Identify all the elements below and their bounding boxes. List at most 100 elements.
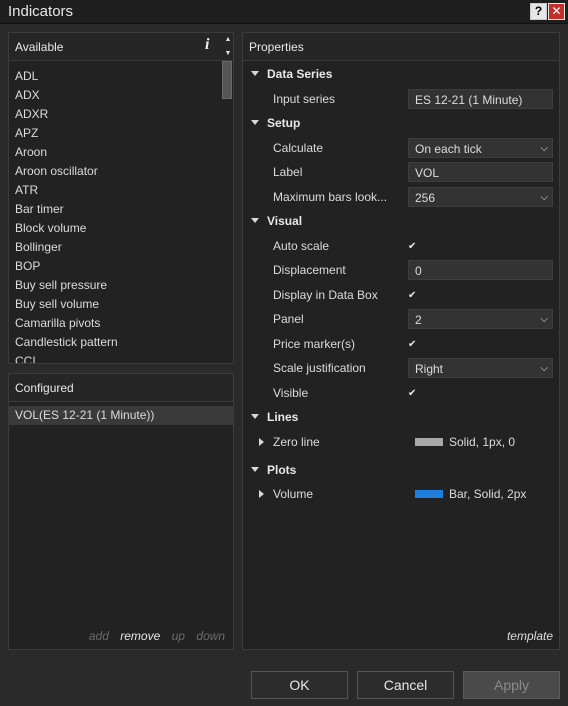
collapse-icon[interactable] xyxy=(251,218,259,223)
property-price-markers: Price marker(s) ✔ xyxy=(243,332,559,357)
dropdown-value: 256 xyxy=(415,190,436,205)
info-icon[interactable]: i xyxy=(205,36,209,54)
display-in-data-box-checkbox[interactable]: ✔ xyxy=(408,290,419,301)
zero-line-color-swatch[interactable] xyxy=(415,437,443,446)
category-plots[interactable]: Plots xyxy=(243,458,559,483)
property-grid: Data Series Input series ES 12-21 (1 Min… xyxy=(243,62,559,510)
property-label: Maximum bars look... xyxy=(273,189,388,204)
property-label: Input series xyxy=(273,91,336,106)
property-label: Volume xyxy=(273,487,314,501)
properties-panel: Properties Data Series Input series ES 1… xyxy=(242,32,560,650)
property-display-in-data-box: Display in Data Box ✔ xyxy=(243,283,559,308)
window-title: Indicators xyxy=(8,3,74,20)
list-item[interactable]: ADL xyxy=(9,67,219,86)
configured-item[interactable]: VOL(ES 12-21 (1 Minute)) xyxy=(9,406,233,425)
property-visible: Visible ✔ xyxy=(243,381,559,406)
collapse-icon[interactable] xyxy=(251,71,259,76)
down-button[interactable]: down xyxy=(196,629,225,643)
property-label: Visible xyxy=(273,385,309,400)
property-zero-line[interactable]: Zero line Solid, 1px, 0 xyxy=(243,430,559,458)
list-item[interactable]: Bar timer xyxy=(9,200,219,219)
max-bars-dropdown[interactable]: 256 ⌵ xyxy=(408,186,553,208)
apply-button[interactable]: Apply xyxy=(463,671,560,699)
panel-dropdown[interactable]: 2 ⌵ xyxy=(408,309,553,329)
zero-line-value: Solid, 1px, 0 xyxy=(449,434,516,449)
category-label: Lines xyxy=(267,410,299,424)
list-item[interactable]: BOP xyxy=(9,257,219,276)
chevron-down-icon[interactable]: ⌵ xyxy=(540,139,548,159)
list-item[interactable]: Bollinger xyxy=(9,238,219,257)
available-header: Available i ▲ ▼ xyxy=(9,33,233,61)
category-setup[interactable]: Setup xyxy=(243,111,559,136)
chevron-down-icon[interactable]: ⌵ xyxy=(540,359,548,379)
visible-checkbox[interactable]: ✔ xyxy=(408,388,419,399)
list-item[interactable]: Block volume xyxy=(9,219,219,238)
configured-header: Configured xyxy=(9,374,233,402)
close-icon[interactable]: ✕ xyxy=(548,3,565,20)
chevron-down-icon[interactable]: ⌵ xyxy=(540,310,548,330)
list-item[interactable]: Buy sell pressure xyxy=(9,276,219,295)
expand-icon[interactable] xyxy=(259,490,264,498)
property-scale-justification: Scale justification Right ⌵ xyxy=(243,356,559,381)
property-panel: Panel 2 ⌵ xyxy=(243,307,559,332)
category-lines[interactable]: Lines xyxy=(243,405,559,430)
property-input-series: Input series ES 12-21 (1 Minute) xyxy=(243,87,559,112)
scale-justification-dropdown[interactable]: Right ⌵ xyxy=(408,358,553,378)
category-data-series[interactable]: Data Series xyxy=(243,62,559,87)
list-item[interactable]: Aroon oscillator xyxy=(9,162,219,181)
price-markers-checkbox[interactable]: ✔ xyxy=(408,339,419,350)
property-displacement: Displacement 0 xyxy=(243,258,559,283)
category-visual[interactable]: Visual xyxy=(243,209,559,234)
category-label: Setup xyxy=(267,116,301,130)
property-label: Label xyxy=(273,165,303,179)
template-link[interactable]: template xyxy=(507,629,553,643)
property-label: Scale justification xyxy=(273,361,366,375)
list-item[interactable]: ADXR xyxy=(9,105,219,124)
category-label: Visual xyxy=(267,214,303,228)
chevron-down-icon[interactable]: ⌵ xyxy=(540,188,548,208)
list-item[interactable]: ADX xyxy=(9,86,219,105)
scroll-down-icon[interactable]: ▼ xyxy=(221,47,233,61)
available-panel: Available i ▲ ▼ ADL ADX ADXR APZ Aroon A… xyxy=(8,32,234,364)
remove-button[interactable]: remove xyxy=(120,629,160,643)
available-scrollbar[interactable] xyxy=(221,61,233,363)
scrollbar-thumb[interactable] xyxy=(222,61,232,99)
category-label: Data Series xyxy=(267,67,333,81)
property-label: Displacement xyxy=(273,263,346,277)
list-item[interactable]: CCI xyxy=(9,352,219,363)
scroll-up-icon[interactable]: ▲ xyxy=(221,33,233,47)
input-series-field[interactable]: ES 12-21 (1 Minute) xyxy=(408,88,553,109)
add-button[interactable]: add xyxy=(89,629,109,643)
ok-button[interactable]: OK xyxy=(251,671,348,699)
list-item[interactable]: Candlestick pattern xyxy=(9,333,219,352)
dropdown-value: 2 xyxy=(415,313,422,327)
configured-panel: Configured VOL(ES 12-21 (1 Minute)) add … xyxy=(8,373,234,650)
list-item[interactable]: ATR xyxy=(9,181,219,200)
property-label: Panel xyxy=(273,312,304,326)
cancel-button[interactable]: Cancel xyxy=(357,671,454,699)
property-calculate: Calculate On each tick ⌵ xyxy=(243,136,559,161)
list-item[interactable]: Aroon xyxy=(9,143,219,162)
list-item[interactable]: APZ xyxy=(9,124,219,143)
help-icon[interactable]: ? xyxy=(530,3,547,20)
displacement-field[interactable]: 0 xyxy=(408,260,553,280)
property-label: Label VOL xyxy=(243,160,559,185)
collapse-icon[interactable] xyxy=(251,466,259,472)
property-label: Calculate xyxy=(273,140,324,155)
collapse-icon[interactable] xyxy=(251,414,259,419)
list-item[interactable]: Camarilla pivots xyxy=(9,314,219,333)
expand-icon[interactable] xyxy=(259,437,264,446)
properties-header: Properties xyxy=(243,33,559,61)
property-auto-scale: Auto scale ✔ xyxy=(243,234,559,259)
collapse-icon[interactable] xyxy=(251,120,259,125)
calculate-dropdown[interactable]: On each tick ⌵ xyxy=(408,137,553,159)
auto-scale-checkbox[interactable]: ✔ xyxy=(408,241,419,252)
up-button[interactable]: up xyxy=(172,629,185,643)
label-field[interactable]: VOL xyxy=(408,162,553,182)
category-label: Plots xyxy=(267,462,297,477)
list-item[interactable]: Buy sell volume xyxy=(9,295,219,314)
property-volume[interactable]: Volume Bar, Solid, 2px xyxy=(243,482,559,510)
property-label: Zero line xyxy=(273,434,320,449)
title-bar: Indicators ? ✕ xyxy=(0,0,568,24)
volume-color-swatch[interactable] xyxy=(415,490,443,498)
